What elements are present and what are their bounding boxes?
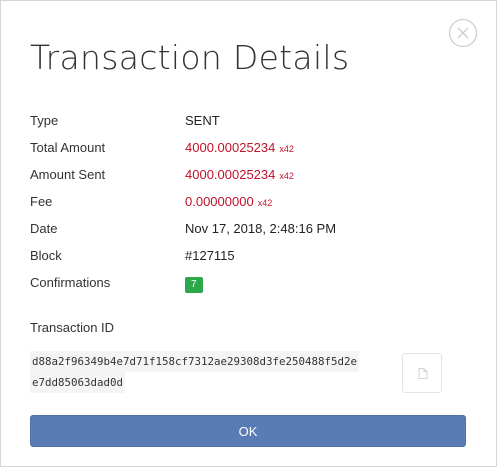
date-label: Date (30, 221, 58, 236)
detail-row-amount-sent: Amount Sent 4000.00025234 x42 (30, 165, 470, 185)
confirmations-label: Confirmations (30, 275, 111, 290)
amount-sent-currency: x42 (279, 171, 294, 181)
confirmations-badge: 7 (185, 277, 203, 293)
copy-icon (418, 368, 428, 379)
fee-currency: x42 (257, 198, 273, 208)
total-amount-value: 4000.00025234 x42 (185, 138, 294, 159)
fee-label: Fee (30, 194, 53, 209)
type-value: SENT (185, 113, 220, 128)
amount-sent-number: 4000.00025234 (185, 167, 276, 182)
copy-transaction-id-button[interactable] (402, 353, 442, 393)
fee-value: 0.00000000 x42 (185, 192, 272, 213)
transaction-id-value: d88a2f96349b4e7d71f158cf7312ae29308d3fe2… (30, 351, 390, 393)
block-value: #127115 (185, 248, 235, 263)
detail-row-block: Block #127115 (30, 246, 470, 266)
total-amount-currency: x42 (279, 144, 294, 154)
fee-number: 0.00000000 (185, 194, 254, 209)
detail-row-total-amount: Total Amount 4000.00025234 x42 (30, 138, 470, 158)
total-amount-number: 4000.00025234 (185, 140, 276, 155)
transaction-id-line-1: d88a2f96349b4e7d71f158cf7312ae29308d3fe2… (30, 351, 360, 372)
detail-row-date: Date Nov 17, 2018, 2:48:16 PM (30, 219, 470, 239)
confirmations-value: 7 (185, 273, 203, 293)
type-label: Type (30, 113, 59, 128)
amount-sent-value: 4000.00025234 x42 (185, 165, 294, 186)
transaction-id-label: Transaction ID (30, 320, 115, 335)
block-label: Block (30, 248, 62, 263)
amount-sent-label: Amount Sent (30, 167, 106, 182)
ok-button[interactable]: OK (30, 415, 466, 447)
close-circle-icon (448, 18, 478, 48)
transaction-details-dialog: Transaction Details Type SENT Total Amou… (0, 0, 497, 467)
detail-row-type: Type SENT (30, 111, 470, 131)
detail-row-fee: Fee 0.00000000 x42 (30, 192, 470, 212)
total-amount-label: Total Amount (30, 140, 106, 155)
detail-row-confirmations: Confirmations 7 (30, 273, 470, 293)
close-button[interactable] (448, 18, 478, 48)
dialog-title: Transaction Details (30, 38, 350, 77)
transaction-id-line-2: e7dd85063dad0d (30, 372, 126, 393)
date-value: Nov 17, 2018, 2:48:16 PM (185, 221, 337, 236)
